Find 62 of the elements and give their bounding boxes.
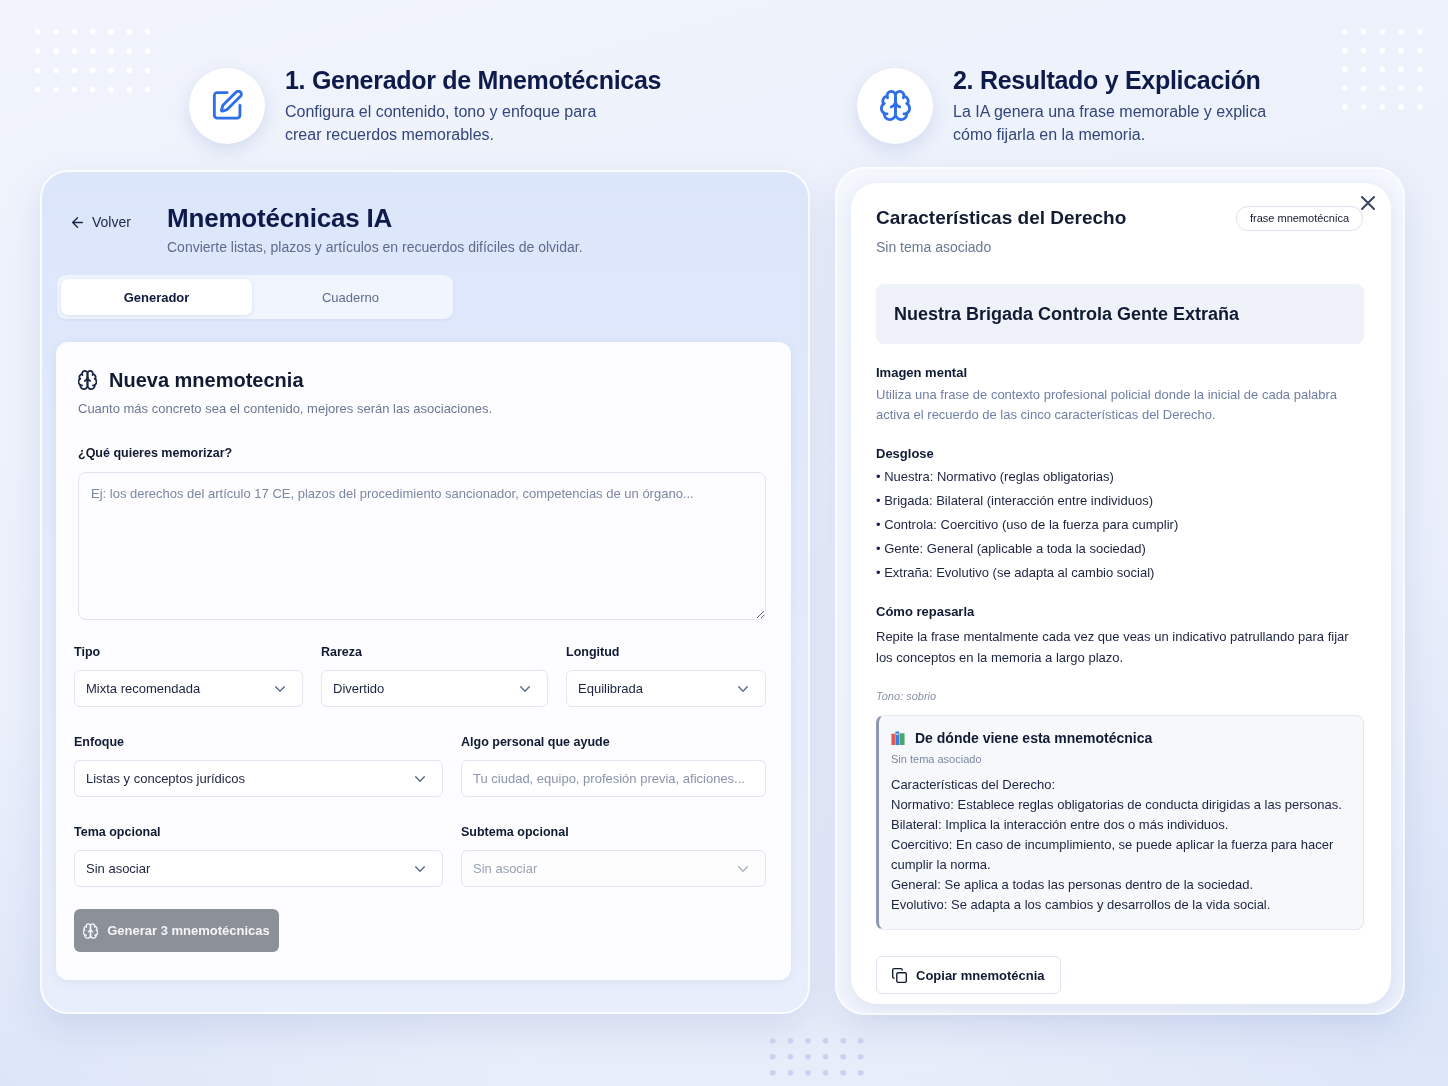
copy-icon: [892, 967, 907, 983]
section-heading: Cómo repasarla: [876, 603, 976, 621]
topic-label: Sin tema asociado: [876, 238, 993, 256]
field-label: Algo personal que ayude: [461, 734, 611, 750]
tone-label: Tono: sobrio: [876, 689, 938, 703]
dropdown[interactable]: Divertido: [321, 670, 548, 707]
chevron-down-icon: [415, 865, 425, 872]
source-text-line: General: Se aplica a todas las personas dentro de la sociedad.: [891, 876, 1255, 894]
form-hint: Cuanto más concreto sea el contenido, mejores serán las asociaciones.: [78, 400, 494, 418]
section-heading: Imagen mental: [876, 364, 969, 382]
breakdown-item: • Controla: Coercitivo (uso de la fuerza para cumplir): [876, 516, 1180, 534]
field-label: Tema opcional: [74, 824, 162, 840]
source-text-line: Coercitivo: En caso de incumplimiento, se puede aplicar la fuerza para hacer cumplir la norma.: [891, 836, 1335, 874]
dropdown[interactable]: Listas y conceptos jurídicos: [74, 760, 443, 797]
form-title: Nueva mnemotecnia: [109, 368, 304, 392]
text-input[interactable]: Tu ciudad, equipo, profesión previa, aficiones...: [461, 760, 766, 797]
field-label: Tipo: [74, 644, 102, 660]
field-label: Subtema opcional: [461, 824, 570, 840]
close-icon[interactable]: [1361, 196, 1375, 210]
source-text-line: Bilateral: Implica la interacción entre dos o más individuos.: [891, 816, 1230, 834]
field-label: Enfoque: [74, 734, 125, 750]
dropdown[interactable]: Sin asociar: [74, 850, 443, 887]
tab[interactable]: Generador: [61, 279, 252, 315]
step-description: La IA genera una frase memorable y explica cómo fijarla en la memoria.: [953, 102, 1268, 145]
field-label: Longitud: [566, 644, 621, 660]
dropdown[interactable]: Equilibrada: [566, 670, 766, 707]
step-title: 1. Generador de Mnemotécnicas: [285, 65, 662, 95]
field-label: ¿Qué quieres memorizar?: [78, 445, 234, 461]
source-text-line: Normativo: Establece reglas obligatorias de conducta dirigidas a las personas.: [891, 796, 1343, 814]
chevron-down-icon: [738, 865, 748, 872]
dropdown[interactable]: Mixta recomendada: [74, 670, 303, 707]
result-title: Características del Derecho: [876, 205, 1127, 230]
tab[interactable]: Cuaderno: [252, 279, 449, 315]
page-title: Mnemotécnicas IA: [167, 203, 394, 233]
source-text-line: Características del Derecho:: [891, 776, 1056, 794]
back-link[interactable]: Volver: [72, 212, 131, 232]
chevron-down-icon: [275, 685, 285, 692]
brain-icon: [83, 922, 99, 939]
section-heading: Desglose: [876, 445, 935, 463]
chevron-down-icon: [520, 685, 530, 692]
field-label: Rareza: [321, 644, 363, 660]
source-topic: Sin tema asociado: [891, 752, 983, 766]
source-text-line: Evolutivo: Se adapta a los cambios y desarrollos de la vida social.: [891, 896, 1272, 914]
chevron-down-icon: [415, 775, 425, 782]
step-title: 2. Resultado y Explicación: [953, 65, 1262, 95]
mnemonic-phrase: Nuestra Brigada Controla Gente Extraña: [876, 284, 1364, 344]
arrow-left-icon: [72, 216, 83, 228]
step-description: Configura el contenido, tono y enfoque para crear recuerdos memorables.: [285, 102, 598, 145]
chevron-down-icon: [738, 685, 748, 692]
content-textarea[interactable]: Ej: los derechos del artículo 17 CE, plazos del procedimiento sancionador, competencias de un órgano...: [78, 472, 766, 620]
page-subtitle: Convierte listas, plazos y artículos en recuerdos difíciles de olvidar.: [167, 238, 584, 257]
breakdown-item: • Extraña: Evolutivo (se adapta al cambio social): [876, 564, 1156, 582]
breakdown-item: • Brigada: Bilateral (interacción entre individuos): [876, 492, 1154, 510]
copy-button[interactable]: Copiar mnemotécnia: [876, 956, 1061, 994]
breakdown-item: • Nuestra: Normativo (reglas obligatorias): [876, 468, 1115, 486]
source-title: De dónde viene esta mnemotécnica: [915, 729, 1153, 747]
review-text: Repite la frase mentalmente cada vez que veas un indicativo patrullando para fijar los conceptos en la memoria a largo plazo.: [876, 628, 1350, 667]
type-tag: frase mnemotécnica: [1235, 206, 1363, 231]
mental-image-text: Utiliza una frase de contexto profesional policial donde la inicial de cada palabra activa el recuerdo de las cinco características del Derecho.: [876, 386, 1339, 424]
breakdown-item: • Gente: General (aplicable a toda la sociedad): [876, 540, 1147, 558]
brain-icon: [78, 370, 97, 390]
books-icon: [891, 731, 905, 745]
